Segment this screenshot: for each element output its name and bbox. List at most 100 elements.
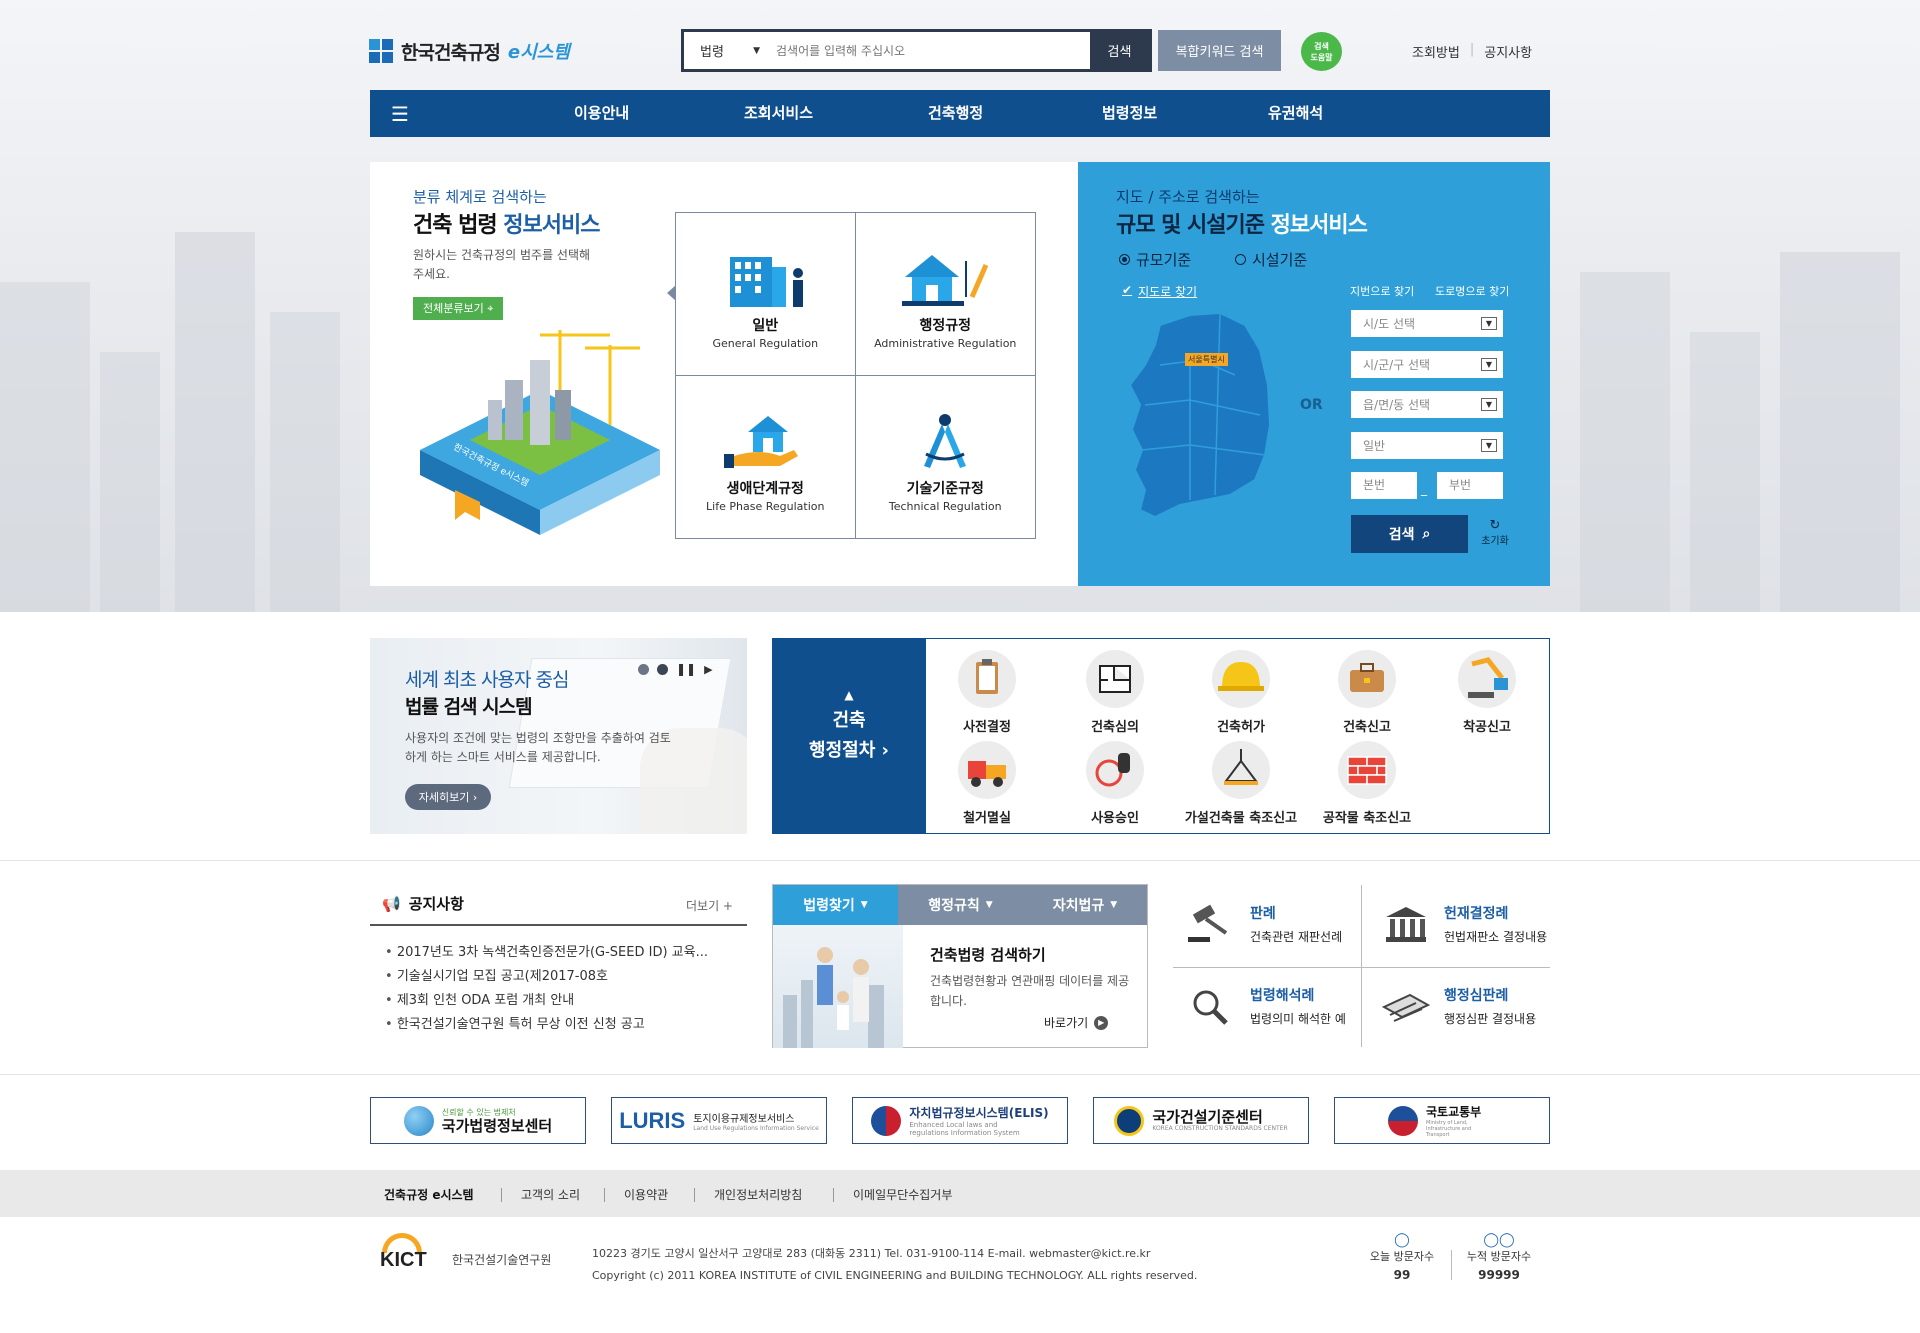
select-sido[interactable]: 시/도 선택 ▼ [1351, 310, 1503, 337]
notice-item[interactable]: 한국건설기술연구원 특허 무상 이전 신청 공고 [385, 1013, 708, 1037]
helmet-icon [1212, 650, 1270, 708]
gnb-item-admin[interactable]: 건축행정 [928, 90, 983, 137]
dropdown-arrow-icon: ▼ [1481, 398, 1497, 411]
truck-icon [958, 741, 1016, 799]
procedure-temporary-building[interactable]: 가설건축물 축조신고 [1181, 741, 1301, 826]
search-button[interactable]: 검색 [1090, 32, 1149, 69]
play-icon[interactable]: ▶ [704, 663, 712, 676]
tab-road-name[interactable]: 도로명으로 찾기 [1435, 283, 1509, 299]
select-land-type[interactable]: 일반 ▼ [1351, 432, 1503, 459]
hand-house-icon [720, 410, 810, 472]
select-land-type-value: 일반 [1363, 439, 1386, 453]
map-search-link[interactable]: ✔ 지도로 찾기 [1122, 283, 1197, 300]
map-title-b: 정보서비스 [1270, 213, 1368, 238]
complex-keyword-search-button[interactable]: 복합키워드 검색 [1158, 30, 1281, 71]
cases-horizontal-divider [1173, 967, 1550, 968]
select-eupmyeondong[interactable]: 읍/면/동 선택 ▼ [1351, 391, 1503, 418]
reset-button[interactable]: ↻ 초기화 [1478, 519, 1512, 547]
category-administrative[interactable]: 행정규정 Administrative Regulation [855, 213, 1035, 376]
site-logo[interactable]: 한국건축규정 e시스템 [369, 36, 570, 66]
case-precedent[interactable]: 판례 건축관련 재판선례 [1186, 903, 1366, 945]
footer-address-block: 10223 경기도 고양시 일산서구 고양대로 283 (대화동 2311) T… [592, 1243, 1197, 1287]
procedure-review[interactable]: 건축심의 [1055, 650, 1175, 735]
procedure-pre-decision[interactable]: 사전결정 [927, 650, 1047, 735]
procedure-construction-start[interactable]: 착공신고 [1427, 650, 1547, 735]
gnb-item-law-info[interactable]: 법령정보 [1102, 90, 1157, 137]
footer-separator [694, 1188, 695, 1202]
radio-facility[interactable]: 시설기준 [1235, 249, 1307, 270]
procedure-structure[interactable]: 공작물 축조신고 [1307, 741, 1427, 826]
search-help-button[interactable]: 검색 도움말 [1301, 32, 1342, 71]
excavator-icon [1458, 650, 1516, 708]
promo-more-button[interactable]: 자세히보기 › [405, 784, 491, 810]
banner-elis[interactable]: 자치법규정보시스템(ELIS) Enhanced Local laws and r… [852, 1097, 1068, 1144]
case-interpretation[interactable]: 법령해석례 법령의미 해석한 예 [1186, 985, 1366, 1027]
radio-facility-label: 시설기준 [1252, 251, 1308, 269]
gnb-item-guide[interactable]: 이용안내 [574, 90, 629, 137]
number-dash: _ [1421, 482, 1427, 496]
notice-item[interactable]: 기술실시기업 모집 공고(제2017-08호 [385, 965, 708, 989]
law-search-go-link[interactable]: 바로가기 ▶ [1044, 1014, 1109, 1031]
map-panel-subtitle: 지도 / 주소로 검색하는 [1116, 188, 1260, 206]
radio-scale[interactable]: 규모기준 [1119, 249, 1191, 270]
banner-molit[interactable]: 국토교통부 Ministry of Land, Infrastructure an… [1334, 1097, 1550, 1144]
search-category-select[interactable]: 법령 ▼ [684, 32, 772, 69]
view-all-categories-button[interactable]: 전체분류보기 ⌖ [413, 297, 504, 320]
search-input[interactable] [772, 32, 1090, 69]
banner-luris[interactable]: LURIS 토지이용규제정보서비스 Land Use Regulations In… [611, 1097, 827, 1144]
slide-dot-1[interactable] [638, 663, 649, 675]
pause-icon[interactable]: ❚❚ [676, 662, 696, 676]
notice-more-link[interactable]: 더보기 + [686, 897, 733, 914]
visitors-separator [1451, 1250, 1452, 1280]
banner-kcsc[interactable]: 국가건설기준센터 KOREA CONSTRUCTION STANDARDS CEN… [1093, 1097, 1309, 1144]
footer-link-terms[interactable]: 이용약관 [624, 1186, 668, 1203]
banner-molit-title: 국토교통부 [1426, 1104, 1482, 1119]
procedure-label: 철거멸실 [963, 811, 1011, 826]
korea-map[interactable]: 서울특별시 [1120, 305, 1285, 530]
procedure-use-approval[interactable]: 사용승인 [1055, 741, 1175, 826]
procedure-label: 건축심의 [1091, 720, 1139, 735]
bubun-input[interactable]: 부번 [1437, 472, 1503, 499]
notice-item[interactable]: 2017년도 3차 녹색건축인증전문가(G-SEED ID) 교육... [385, 941, 708, 965]
gnb-item-inquiry[interactable]: 조회서비스 [744, 90, 813, 137]
procedure-report[interactable]: 건축신고 [1307, 650, 1427, 735]
category-general[interactable]: 일반 General Regulation [676, 213, 856, 376]
link-notice[interactable]: 공지사항 [1484, 42, 1532, 61]
category-technical[interactable]: 기술기준규정 Technical Regulation [856, 376, 1036, 539]
banner-kcsc-sub: KOREA CONSTRUCTION STANDARDS CENTER [1152, 1125, 1288, 1132]
footer-link-site[interactable]: 건축규정 e시스템 [384, 1186, 474, 1203]
footer-link-email-refusal[interactable]: 이메일무단수집거부 [853, 1186, 952, 1203]
footer-address: 10223 경기도 고양시 일산서구 고양대로 283 (대화동 2311) T… [592, 1247, 1151, 1260]
view-all-label: 전체분류보기 [423, 302, 484, 315]
procedure-demolition[interactable]: 철거멸실 [927, 741, 1047, 826]
slide-dot-2-active[interactable] [657, 663, 668, 675]
select-sigungu[interactable]: 시/군/구 선택 ▼ [1351, 351, 1503, 378]
category-title-b: 정보서비스 [503, 213, 600, 238]
search-category-value: 법령 [700, 45, 724, 60]
procedure-permit[interactable]: 건축허가 [1181, 650, 1301, 735]
procedure-label: 건축허가 [1217, 720, 1265, 735]
user-icon: ◯ [1394, 1232, 1410, 1248]
tab-admin-rules[interactable]: 행정규칙 ▼ [898, 885, 1023, 925]
map-search-button[interactable]: 검색 ⌕ [1351, 515, 1468, 553]
case-admin-trial[interactable]: 행정심판례 행정심판 결정내용 [1380, 985, 1560, 1027]
menu-hamburger-icon[interactable]: ☰ [370, 90, 430, 137]
procedure-title-block[interactable]: ▲ 건축 행정절차 › [772, 638, 926, 834]
tab-local-laws[interactable]: 자치법규 ▼ [1023, 885, 1147, 925]
tab-jibun[interactable]: 지번으로 찾기 [1350, 283, 1414, 299]
promo-more-label: 자세히보기 [418, 791, 470, 804]
notice-list: 2017년도 3차 녹색건축인증전문가(G-SEED ID) 교육... 기술실… [385, 941, 708, 1037]
kcsc-logo-icon [1114, 1105, 1145, 1136]
bonbun-input[interactable]: 본번 [1351, 472, 1417, 499]
case-constitutional[interactable]: 헌재결정례 헌법재판소 결정내용 [1380, 903, 1560, 945]
tab-law-search[interactable]: 법령찾기 ▼ [773, 885, 898, 925]
footer-link-voice[interactable]: 고객의 소리 [521, 1186, 580, 1203]
category-life-phase[interactable]: 생애단계규정 Life Phase Regulation [676, 375, 856, 538]
gnb-item-interpretation[interactable]: 유권해석 [1268, 90, 1323, 137]
footer-link-privacy[interactable]: 개인정보처리방침 [714, 1186, 802, 1203]
banner-law-center[interactable]: 신뢰할 수 있는 법제처 국가법령정보센터 [370, 1097, 586, 1144]
kict-logo[interactable]: KICT 한국건설기술연구원 [380, 1233, 551, 1273]
link-how-to[interactable]: 조회방법 [1412, 42, 1460, 61]
notice-item[interactable]: 제3회 인천 ODA 포럼 개최 안내 [385, 989, 708, 1013]
dropdown-arrow-icon: ▼ [1481, 317, 1497, 330]
